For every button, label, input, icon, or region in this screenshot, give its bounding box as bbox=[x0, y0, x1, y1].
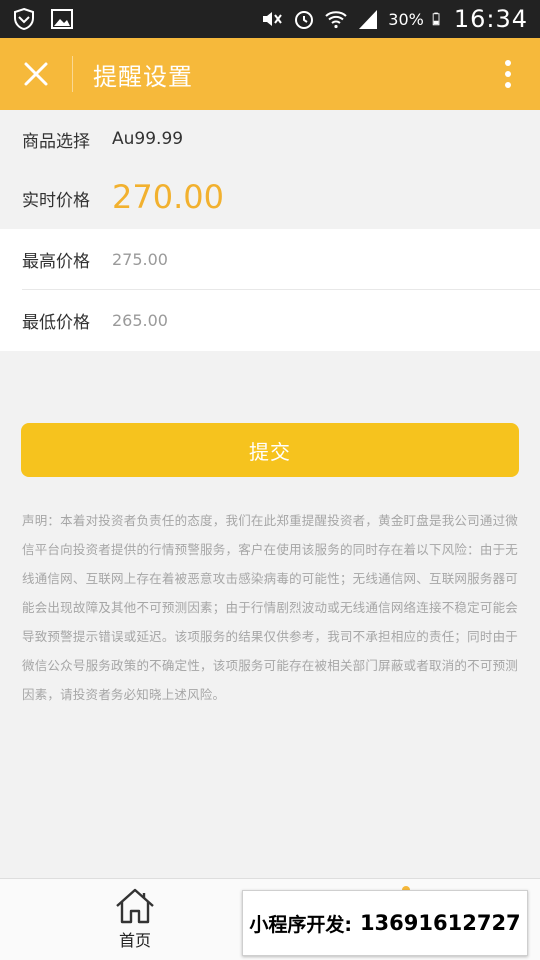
status-bar: 30% 16:34 bbox=[0, 0, 540, 38]
live-price-label: 实时价格 bbox=[22, 190, 90, 211]
battery-percent: 30% bbox=[388, 9, 424, 29]
gallery-icon bbox=[51, 9, 73, 29]
promo-overlay: 小程序开发: 13691612727 bbox=[242, 890, 528, 956]
live-price-row: 实时价格 270.00 bbox=[0, 168, 540, 228]
more-button[interactable] bbox=[476, 38, 540, 110]
max-price-input[interactable] bbox=[112, 250, 412, 269]
close-button[interactable] bbox=[0, 38, 72, 110]
battery-icon bbox=[432, 12, 440, 26]
app-header: 提醒设置 bbox=[0, 38, 540, 110]
min-price-label: 最低价格 bbox=[22, 313, 90, 333]
mute-icon bbox=[263, 12, 283, 26]
max-price-label: 最高价格 bbox=[22, 252, 90, 272]
live-price-value: 270.00 bbox=[112, 178, 224, 216]
promo-label: 小程序开发: bbox=[249, 913, 352, 936]
wifi-icon bbox=[325, 11, 347, 29]
min-price-input[interactable] bbox=[112, 311, 412, 330]
promo-phone: 13691612727 bbox=[359, 911, 521, 935]
close-icon bbox=[24, 62, 48, 86]
clock: 16:34 bbox=[453, 5, 528, 33]
signal-icon bbox=[359, 10, 378, 29]
price-alert-form: 最高价格 最低价格 bbox=[0, 229, 540, 351]
more-vertical-icon bbox=[505, 60, 511, 88]
product-value: Au99.99 bbox=[112, 129, 184, 149]
alarm-icon bbox=[295, 11, 314, 29]
min-price-row: 最低价格 bbox=[0, 290, 540, 351]
header-divider bbox=[72, 56, 73, 92]
disclaimer-text: 声明：本着对投资者负责任的态度，我们在此郑重提醒投资者，黄金盯盘是我公司通过微信… bbox=[22, 513, 518, 702]
tab-home[interactable]: 首页 bbox=[96, 887, 174, 957]
page-title: 提醒设置 bbox=[93, 62, 193, 91]
submit-button[interactable]: 提交 bbox=[21, 423, 519, 477]
tab-home-label: 首页 bbox=[118, 931, 151, 950]
product-row: 商品选择 Au99.99 bbox=[0, 110, 540, 168]
shield-icon bbox=[14, 7, 34, 31]
product-info: 商品选择 Au99.99 实时价格 270.00 bbox=[0, 110, 540, 228]
max-price-row: 最高价格 bbox=[0, 229, 540, 290]
product-label: 商品选择 bbox=[22, 131, 90, 152]
home-icon bbox=[116, 888, 154, 924]
